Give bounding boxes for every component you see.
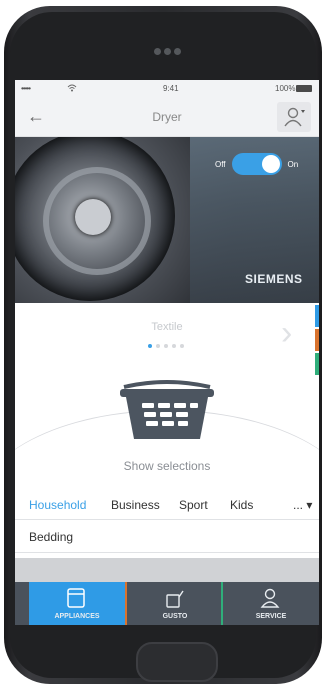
appliance-hero-image: Off On SIEMENS: [15, 137, 319, 303]
food-icon: [166, 590, 184, 608]
side-color-tabs: [315, 305, 319, 377]
status-bar: ••••• 9:41 100%: [15, 80, 319, 98]
battery-percent: 100%: [275, 84, 296, 93]
tab-gusto[interactable]: GUSTO: [127, 582, 223, 625]
navigation-bar: ← Dryer: [15, 98, 319, 137]
person-icon: [260, 588, 280, 608]
clock: 9:41: [163, 84, 179, 93]
profile-button[interactable]: [277, 102, 311, 132]
camera-icon: [154, 48, 181, 55]
more-categories-button[interactable]: ... ▾: [293, 498, 312, 512]
show-selections-label[interactable]: Show selections: [15, 459, 319, 473]
carousel-label: Textile: [151, 321, 183, 333]
tab-gusto-label: GUSTO: [162, 613, 188, 620]
tab-kids[interactable]: Kids: [230, 498, 253, 512]
bottom-tab-bar: APPLIANCES GUSTO SERVICE: [15, 582, 319, 625]
signal-indicator: •••••: [21, 84, 31, 93]
power-switch[interactable]: [231, 153, 282, 175]
brand-logo: SIEMENS: [245, 272, 303, 286]
app-screen: ••••• 9:41 100% ← Dryer Off On SIEMENS T…: [15, 80, 319, 625]
list-item[interactable]: Bedding: [15, 520, 319, 553]
divider: [15, 558, 319, 582]
tab-sport[interactable]: Sport: [179, 498, 208, 512]
tab-service[interactable]: SERVICE: [223, 582, 319, 625]
wifi-icon: [67, 84, 77, 94]
basket-icon[interactable]: [114, 377, 220, 448]
user-icon: [284, 107, 305, 127]
toggle-on-label: On: [287, 159, 299, 169]
power-toggle[interactable]: Off On: [215, 153, 298, 175]
toggle-off-label: Off: [215, 159, 226, 169]
tab-service-label: SERVICE: [255, 613, 287, 620]
battery-icon: [296, 85, 312, 92]
program-carousel[interactable]: Textile ›: [15, 303, 319, 365]
tab-business[interactable]: Business: [111, 498, 160, 512]
chevron-right-icon[interactable]: ›: [281, 313, 292, 353]
tab-appliances[interactable]: APPLIANCES: [29, 582, 125, 625]
page-title: Dryer: [152, 110, 182, 124]
appliance-icon: [67, 588, 85, 608]
tab-appliances-label: APPLIANCES: [54, 613, 100, 620]
home-button[interactable]: [136, 642, 218, 682]
page-indicator[interactable]: [148, 344, 184, 348]
list-item-label: Bedding: [29, 530, 74, 544]
category-tabs: Household Business Sport Kids ... ▾: [15, 489, 319, 520]
tab-household[interactable]: Household: [29, 498, 86, 512]
